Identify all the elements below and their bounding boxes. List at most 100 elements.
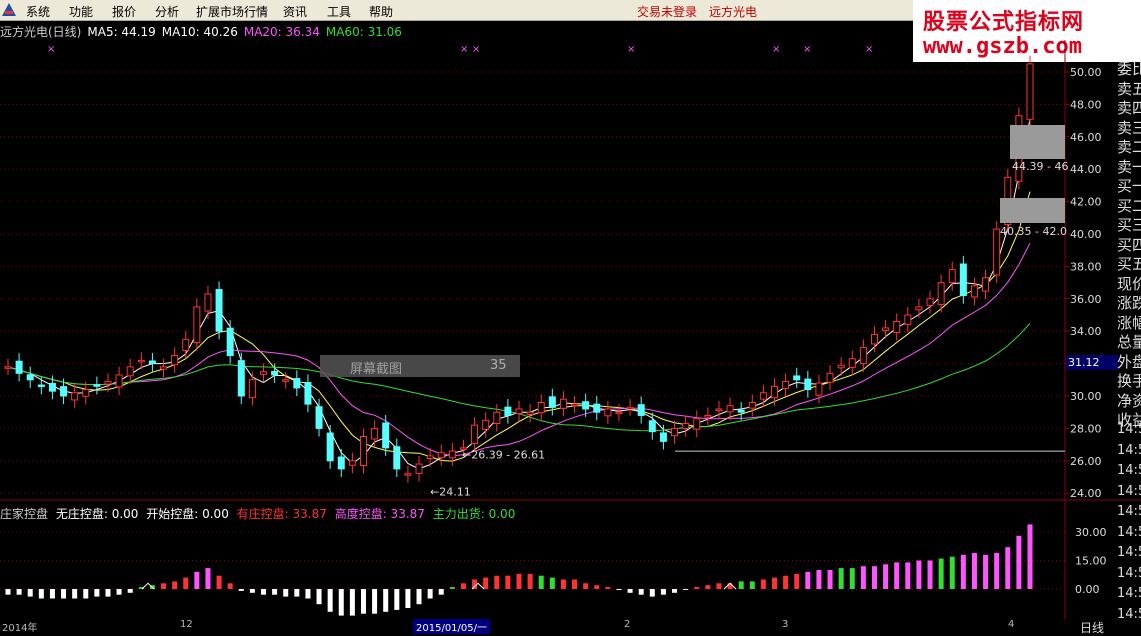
candle-body [204,293,212,312]
candle-body [15,360,23,374]
indicator-bar [305,589,311,599]
date-label-cursor[interactable]: 2015/01/05/一 [413,619,491,634]
indicator-bar [405,589,411,608]
quote-label: 涨跌 [1117,294,1141,312]
indicator-bar [516,573,522,589]
time-label: 14:5 [1117,483,1141,499]
candle-body [859,346,867,365]
indicator-bar [705,585,711,589]
price-tick-label: 34.00 [1070,325,1102,338]
indicator-bar [360,589,366,614]
menu-analysis[interactable]: 分析 [155,3,179,20]
candle-body [904,314,912,325]
candle-body [637,404,645,416]
indicator-bar [172,581,178,589]
candle-body [493,411,501,424]
quote-label: 卖二 [1117,138,1141,156]
price-tick-label: 48.00 [1070,98,1102,111]
indicator-item-start: 开始控盘: 0.00 [146,507,229,521]
indicator-bar [127,589,133,593]
candle-body [737,409,745,413]
time-label: 14:5 [1117,504,1141,519]
indicator-bar [283,589,289,597]
menu-system[interactable]: 系统 [26,3,50,20]
indicator-bar [72,589,78,599]
screenshot-search-box[interactable]: 屏幕截图 35 [320,355,520,377]
candle-body [626,406,634,410]
quote-label: 换手 [1117,372,1141,390]
time-label: 14:5 [1117,545,1141,560]
candle-body [993,228,1001,276]
tick-time-labels: 14:514:514:514:514:514:514:514:514:514:5 [1117,420,1141,625]
candle-body [326,432,334,462]
chart-title: 远方光电(日线) [0,25,82,39]
candle-body [248,379,256,399]
login-status[interactable]: 交易未登录 [637,3,697,20]
search-query: 屏幕截图 [350,362,403,377]
time-label: 14:5 [1117,565,1141,581]
quote-label: 卖一 [1117,157,1141,176]
indicator-bar [372,589,378,614]
candle-body [937,282,945,305]
candle-body [704,414,712,418]
chart-grid [0,40,1141,619]
candle-body [171,355,179,366]
quote-label: 买二 [1117,196,1141,215]
menu-tools[interactable]: 工具 [327,3,351,20]
candle-body [404,473,412,476]
indicator-bar [960,554,966,589]
quote-label: 买五 [1117,255,1141,273]
candle-body [148,360,156,365]
indicator-tick-label: 0.00 [1075,583,1100,596]
candle-body [26,374,34,381]
indicator-bar [227,583,233,589]
indicator-bar [116,589,122,595]
price-tick-label: 46.00 [1070,131,1102,144]
price-tick-label: 40.00 [1070,228,1102,241]
quote-label: 涨幅 [1117,313,1141,332]
candle-body [271,370,279,376]
indicator-bar [905,562,911,589]
candle-body [893,320,901,333]
candle-body [537,401,545,414]
candle-body [915,306,923,311]
candle-body [471,424,479,445]
indicator-bar [849,568,855,589]
indicator-bar [294,589,300,597]
menu-extended-market[interactable]: 扩展市场行情 [196,3,268,20]
candle-body [304,382,312,405]
signal-marker-icon: × [472,44,480,55]
indicator-bar [938,558,944,589]
indicator-bar [94,589,100,597]
indicator-bars [5,524,1033,616]
range-label: 44.39 - 46 [1012,160,1068,173]
indicator-item-high: 高度控盘: 33.87 [334,507,425,521]
quote-label: 买四 [1117,235,1141,254]
indicator-bar [983,554,989,589]
candle-body [237,360,245,397]
indicator-bar [738,581,744,589]
indicator-bar [272,589,278,595]
current-price-tag: 31.12 [1066,355,1118,370]
candle-body [4,366,12,369]
candle-body [382,422,390,449]
indicator-bar [827,570,833,589]
indicator-bar [1016,535,1022,589]
indicator-bar [994,552,1000,589]
kline-chart[interactable]: 50.00 48.00 46.00 44.00 42.00 40.00 38.00 36.00… [0,40,1141,619]
period-label[interactable]: 日线 [1080,619,1104,636]
candle-body [593,403,601,413]
price-tick-label: 28.00 [1070,422,1102,435]
candle-body [371,427,379,440]
menu-function[interactable]: 功能 [69,3,93,20]
quote-panel-labels: 委比 卖五 卖四 卖三 卖二 卖一 买一 买二 买三 买四 买五 现价 涨跌 涨幅 总量 外盘 换手 净资 收益 [1117,60,1141,431]
candle-body [48,382,56,392]
indicator-bar [261,589,266,595]
indicator-bar [394,589,400,610]
menu-help[interactable]: 帮助 [369,3,393,20]
indicator-bar [638,589,644,595]
menu-news[interactable]: 资讯 [283,3,307,20]
candle-body [804,378,812,391]
indicator-bar [838,568,844,589]
menu-quote[interactable]: 报价 [112,3,136,20]
